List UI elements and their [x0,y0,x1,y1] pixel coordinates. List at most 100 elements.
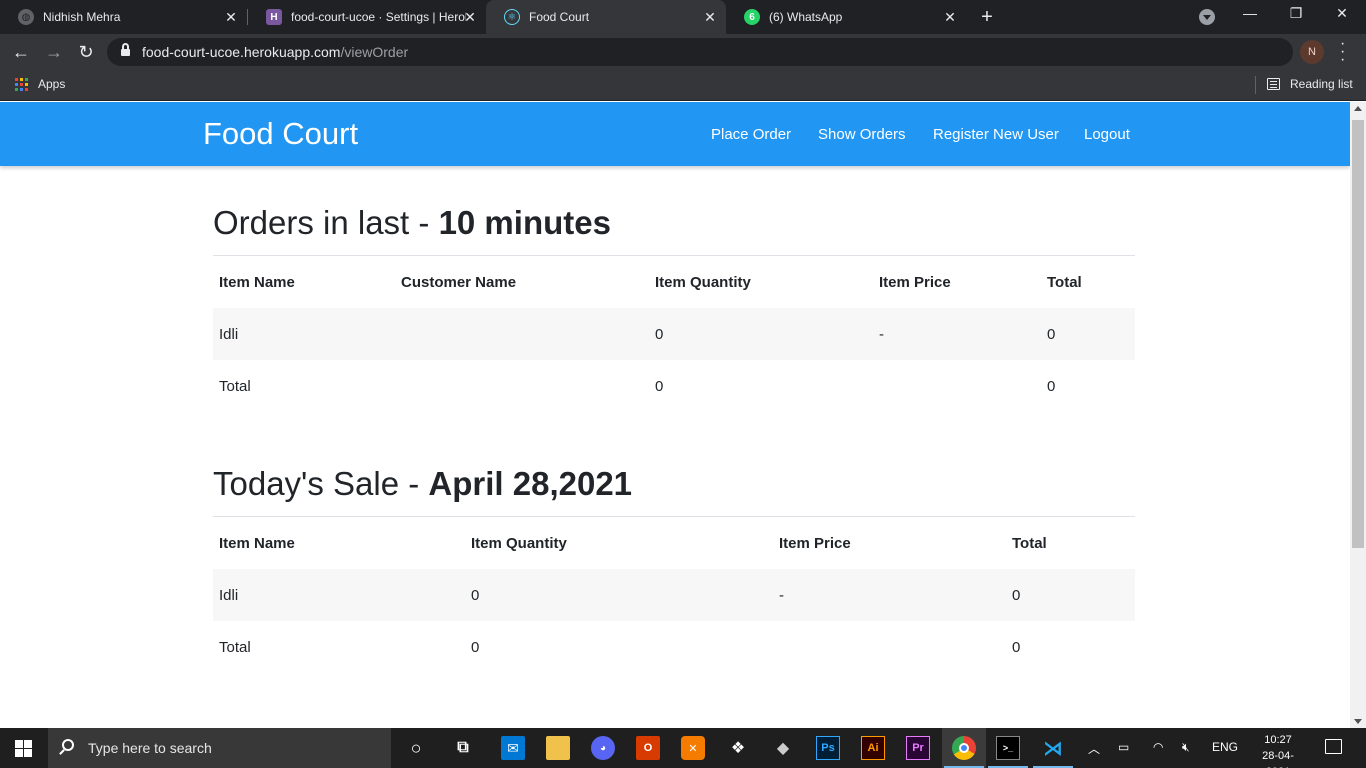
wifi-icon[interactable]: ◠ [1153,740,1163,754]
windows-start-icon[interactable] [15,740,32,757]
column-header: Total [1047,273,1082,291]
chevron-up-icon[interactable]: ︿ [1088,740,1100,757]
file-explorer-icon[interactable] [546,736,570,760]
nav-register-new-user[interactable]: Register New User [933,126,1059,143]
search-placeholder: Type here to search [88,740,212,756]
profile-avatar[interactable]: N [1300,40,1324,64]
table-cell [773,621,1006,673]
language-indicator[interactable]: ENG [1212,740,1238,754]
back-icon[interactable]: ← [9,40,33,64]
cortana-icon[interactable]: ○ [404,736,428,760]
column-header: Item Quantity [655,273,751,291]
tab-title: (6) WhatsApp [769,10,843,24]
search-icon [62,739,74,751]
column-header: Item Price [879,273,951,291]
nav-show-orders[interactable]: Show Orders [818,126,906,143]
table-cell: 0 [1012,638,1021,656]
table-cell: Idli [213,308,395,360]
table-header-row: Item Name Item Quantity Item Price Total [213,517,1135,569]
close-window-icon[interactable]: ✕ [1332,5,1352,22]
office-icon[interactable]: O [636,736,660,760]
paint-3d-icon[interactable]: ◆ [771,736,795,760]
table-cell: Idli [213,569,465,621]
chrome-icon[interactable] [952,736,976,760]
table-cell: Total [219,638,251,656]
table-cell: 0 [1047,377,1056,395]
browser-tab-strip: ◍ Nidhish Mehra ✕ H food-court-ucoe · Se… [0,0,1366,34]
photoshop-icon[interactable]: Ps [816,736,840,760]
divider [1255,76,1256,94]
brand-logo[interactable]: Food Court [203,116,358,152]
close-tab-icon[interactable]: ✕ [462,9,478,25]
close-tab-icon[interactable]: ✕ [223,9,239,25]
clock-time: 10:27 [1264,734,1292,746]
new-tab-button[interactable]: + [977,7,997,27]
table-cell: 0 [649,308,873,360]
tab-heroku-settings[interactable]: H food-court-ucoe · Settings | Heroku ✕ [248,0,486,34]
dropbox-icon[interactable]: ❖ [726,736,750,760]
table-cell: - [773,569,1006,621]
table-cell: - [873,308,1041,360]
apps-bookmark[interactable]: Apps [38,77,65,91]
page-scrollbar[interactable] [1350,102,1366,728]
close-tab-icon[interactable]: ✕ [942,9,958,25]
menu-kebab-icon[interactable]: · · · [1340,36,1345,68]
minimize-icon[interactable]: — [1240,5,1260,21]
nav-logout[interactable]: Logout [1084,126,1130,143]
discord-icon[interactable]: ◕ [591,736,615,760]
bookmarks-bar: Apps Reading list [0,70,1366,101]
url-text[interactable]: food-court-ucoe.herokuapp.com/viewOrder [142,44,408,60]
apps-grid-icon[interactable] [15,78,28,91]
lock-icon[interactable] [121,43,130,57]
taskbar-search-box[interactable]: Type here to search [48,728,391,768]
column-header: Item Quantity [471,534,567,552]
tab-nidhish-mehra[interactable]: ◍ Nidhish Mehra ✕ [0,0,247,34]
task-view-icon[interactable]: ⧉ [451,736,475,760]
page-viewport: Food Court Place Order Show Orders Regis… [0,102,1350,728]
column-header: Customer Name [401,273,517,291]
table-cell: 0 [471,638,480,656]
system-clock[interactable]: 10:27 28-04-2021 [1250,732,1306,768]
reading-list-icon[interactable] [1267,78,1280,90]
tab-search-icon[interactable] [1199,9,1215,25]
restore-icon[interactable]: ❐ [1286,5,1306,22]
table-cell: 0 [1006,569,1135,621]
table-total-row: Total 0 0 [213,621,1135,673]
reload-icon[interactable]: ↻ [74,40,98,64]
close-tab-icon[interactable]: ✕ [702,9,718,25]
terminal-icon[interactable]: >_ [996,736,1020,760]
illustrator-icon[interactable]: Ai [861,736,885,760]
app-navbar: Food Court Place Order Show Orders Regis… [0,102,1350,166]
recent-orders-table: Item Name Customer Name Item Quantity It… [213,256,1135,412]
browser-toolbar: ← → ↻ food-court-ucoe.herokuapp.com/view… [0,34,1366,70]
recent-orders-heading: Orders in last - 10 minutes [213,204,611,241]
table-cell [873,360,1041,412]
scrollbar-thumb[interactable] [1352,120,1364,548]
table-cell: 0 [655,377,664,395]
battery-icon[interactable]: ▭ [1118,740,1129,754]
table-row: Idli 0 - 0 [213,308,1135,360]
tab-title: Food Court [529,10,590,24]
vscode-icon[interactable]: ⋊ [1041,736,1065,760]
table-row: Idli 0 - 0 [213,569,1135,621]
column-header: Item Price [779,534,851,552]
react-icon: ⚛ [504,9,520,25]
todays-sale-heading: Today's Sale - April 28,2021 [213,465,633,502]
mail-icon[interactable]: ✉ [501,736,525,760]
nav-place-order[interactable]: Place Order [711,126,791,143]
notifications-icon[interactable] [1325,739,1342,754]
scroll-up-icon[interactable] [1354,106,1362,111]
xampp-icon[interactable]: ✕ [681,736,705,760]
tab-whatsapp[interactable]: 6 (6) WhatsApp ✕ [726,0,966,34]
premiere-icon[interactable]: Pr [906,736,930,760]
address-bar[interactable]: food-court-ucoe.herokuapp.com/viewOrder … [107,38,1293,66]
scroll-down-icon[interactable] [1354,719,1362,724]
column-header: Item Name [219,534,295,552]
table-cell: Total [219,377,251,395]
reading-list-button[interactable]: Reading list [1290,77,1353,91]
todays-sale-table: Item Name Item Quantity Item Price Total… [213,517,1135,673]
forward-icon[interactable]: → [42,40,66,64]
table-cell: 0 [465,569,773,621]
tab-food-court[interactable]: ⚛ Food Court ✕ [486,0,726,34]
volume-muted-icon[interactable]: 🔇︎ [1182,740,1190,755]
